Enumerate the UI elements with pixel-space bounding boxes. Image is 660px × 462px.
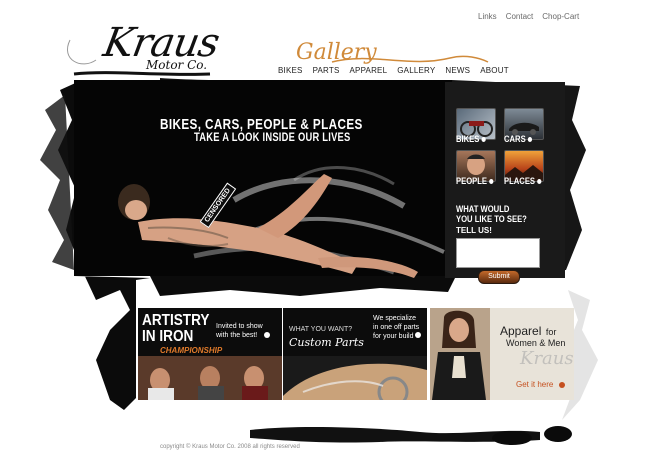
chop-cart-link[interactable]: Chop-Cart — [542, 12, 579, 21]
model-photo — [118, 174, 418, 278]
artistry-arrow-icon — [264, 332, 270, 338]
cars-tile-label[interactable]: CARS — [504, 134, 532, 144]
artistry-title2: IN IRON — [142, 328, 194, 345]
apparel-audience: Women & Men — [506, 338, 566, 348]
bikes-arrow-icon — [481, 137, 486, 143]
nav-about[interactable]: ABOUT — [480, 66, 509, 75]
apparel-arrow-icon — [558, 381, 565, 388]
parts-script: Custom Parts — [289, 336, 364, 349]
links-link[interactable]: Links — [478, 12, 497, 21]
get-it-here-link[interactable]: Get it here — [516, 380, 565, 389]
copyright-footer: copyright © Kraus Motor Co. 2008 all rig… — [160, 444, 300, 450]
apparel-title: Apparel — [500, 324, 542, 338]
submit-button[interactable]: Submit — [478, 270, 520, 284]
logo-subtitle: Motor Co. — [146, 58, 208, 72]
artistry-photo — [138, 356, 282, 400]
apparel-model-photo — [430, 308, 490, 400]
nav-news[interactable]: NEWS — [445, 66, 470, 75]
artistry-promo[interactable]: ARTISTRY IN IRON CHAMPIONSHIP Invited to… — [138, 308, 282, 400]
bikes-tile-label[interactable]: BIKES — [456, 134, 486, 144]
request-question: WHAT WOULD YOU LIKE TO SEE? — [456, 204, 527, 224]
nav-gallery[interactable]: GALLERY — [397, 66, 435, 75]
parts-text: We specialize in one off parts for your … — [373, 315, 420, 340]
people-tile-label[interactable]: PEOPLE — [456, 176, 493, 186]
tell-us-label: TELL US! — [456, 226, 492, 235]
places-tile-label[interactable]: PLACES — [504, 176, 541, 186]
request-textarea[interactable] — [456, 238, 540, 268]
people-arrow-icon — [488, 179, 493, 185]
top-links: Links Contact Chop-Cart — [478, 12, 579, 21]
cars-arrow-icon — [527, 137, 532, 143]
nav-parts[interactable]: PARTS — [313, 66, 340, 75]
artistry-text: Invited to show with the best! — [216, 323, 263, 339]
places-arrow-icon — [536, 179, 541, 185]
parts-question: WHAT YOU WANT? — [289, 326, 353, 333]
apparel-promo[interactable]: Apparel for Women & Men Kraus Get it her… — [430, 308, 574, 400]
championship-label: CHAMPIONSHIP — [160, 346, 223, 355]
nav-apparel[interactable]: APPAREL — [350, 66, 388, 75]
parts-arrow-icon — [415, 332, 421, 338]
main-nav: BIKES PARTS APPAREL GALLERY NEWS ABOUT — [278, 66, 509, 75]
nav-bikes[interactable]: BIKES — [278, 66, 303, 75]
hero-subtitle: TAKE A LOOK INSIDE OUR LIVES — [194, 130, 351, 144]
contact-link[interactable]: Contact — [506, 12, 534, 21]
apparel-logo: Kraus — [520, 348, 574, 369]
parts-photo — [283, 356, 427, 400]
custom-parts-promo[interactable]: WHAT YOU WANT? Custom Parts We specializ… — [283, 308, 427, 400]
